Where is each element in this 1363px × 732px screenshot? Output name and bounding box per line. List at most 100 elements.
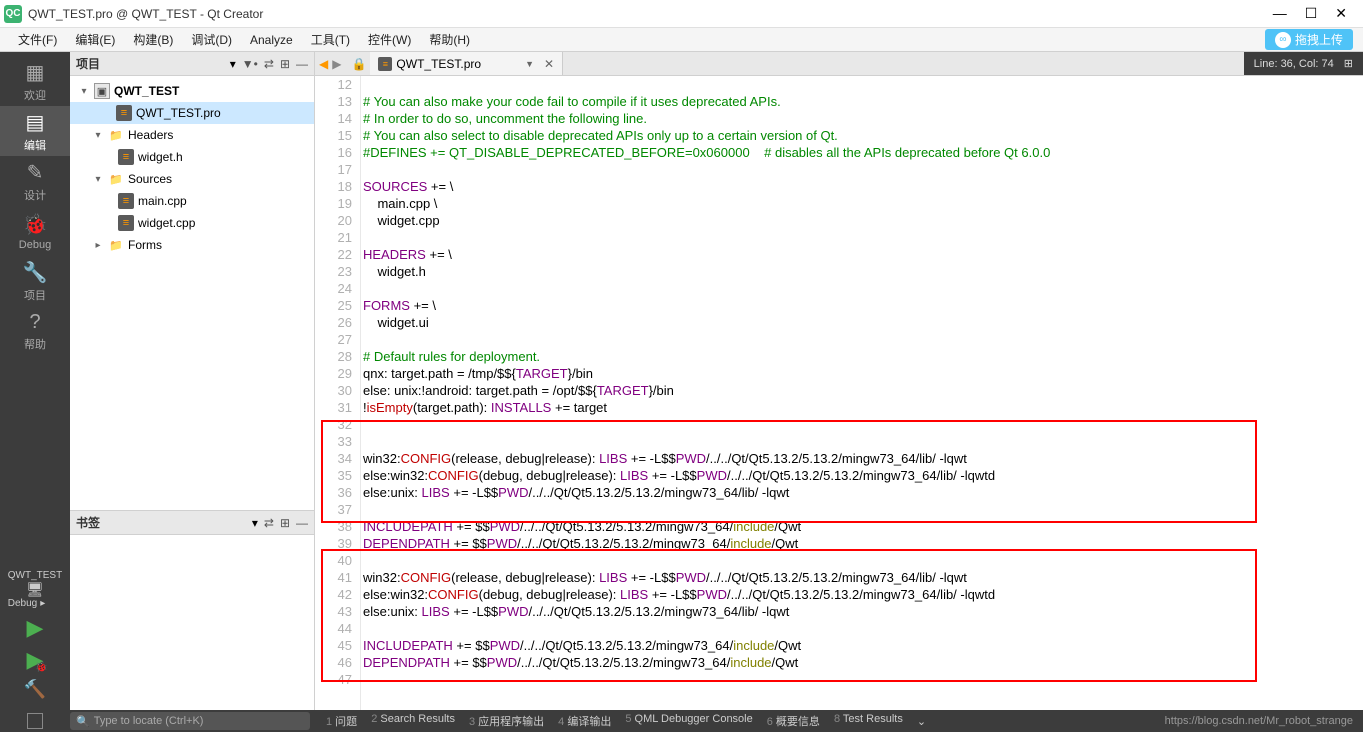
tree-headers[interactable]: ▾📁Headers	[70, 124, 314, 146]
link-icon[interactable]: ⇄	[264, 516, 274, 530]
pro-file-icon: ≡	[378, 57, 392, 71]
cloud-icon: ∞	[1275, 32, 1291, 48]
tree-sources[interactable]: ▾📁Sources	[70, 168, 314, 190]
panel-dropdown-icon[interactable]: ▾	[230, 57, 236, 71]
output-pane-item[interactable]: 2 Search Results	[365, 713, 461, 729]
tree-forms[interactable]: ▸📁Forms	[70, 234, 314, 256]
menu-tools[interactable]: 工具(T)	[303, 29, 358, 50]
cpp-folder-icon: 📁	[108, 171, 124, 187]
h-file-icon: ≡	[118, 149, 134, 165]
minimize-button[interactable]: —	[1273, 5, 1287, 22]
output-pane-item[interactable]: 4 编译输出	[552, 713, 617, 729]
search-icon: 🔍	[76, 715, 90, 728]
tree-widget-cpp[interactable]: ≡widget.cpp	[70, 212, 314, 234]
output-dropdown-icon[interactable]: ⌄	[917, 715, 926, 728]
locator-input[interactable]: 🔍 Type to locate (Ctrl+K)	[70, 712, 310, 730]
wrench-icon: 🔧	[23, 260, 48, 285]
tab-close-icon[interactable]: ✕	[544, 57, 554, 71]
locator-placeholder: Type to locate (Ctrl+K)	[94, 715, 204, 727]
project-panel-header: 项目 ▾ ▼• ⇄ ⊞ —	[70, 52, 314, 76]
watermark: https://blog.csdn.net/Mr_robot_strange	[1165, 715, 1363, 727]
split-icon[interactable]: ⊞	[280, 516, 290, 530]
design-icon: ✎	[27, 160, 44, 185]
left-sidebar: ▦欢迎 ▤编辑 ✎设计 🐞Debug 🔧项目 ?帮助 QWT_TEST 🖥 De…	[0, 52, 70, 710]
nav-welcome[interactable]: ▦欢迎	[0, 56, 70, 106]
line-gutter: 1213141516171819202122232425262728293031…	[315, 76, 360, 710]
monitor-icon: 🖥	[8, 581, 62, 598]
code-editor[interactable]: 1213141516171819202122232425262728293031…	[315, 76, 1363, 710]
output-panes: 1 问题2 Search Results3 应用程序输出4 编译输出5 QML …	[320, 713, 909, 729]
tree-widget-h[interactable]: ≡widget.h	[70, 146, 314, 168]
window-title: QWT_TEST.pro @ QWT_TEST - Qt Creator	[28, 7, 1273, 21]
tree-root[interactable]: ▾▣QWT_TEST	[70, 80, 314, 102]
menu-edit[interactable]: 编辑(E)	[67, 29, 123, 50]
lock-icon[interactable]: 🔒	[351, 57, 366, 71]
statusbar: 🔍 Type to locate (Ctrl+K) 1 问题2 Search R…	[0, 710, 1363, 732]
help-icon: ?	[29, 311, 40, 334]
output-pane-item[interactable]: 3 应用程序输出	[463, 713, 550, 729]
menu-widgets[interactable]: 控件(W)	[360, 29, 419, 50]
editor-area: ◀ ▶ 🔒 ≡ QWT_TEST.pro ▼ ✕ Line: 36, Col: …	[315, 52, 1363, 710]
nav-help[interactable]: ?帮助	[0, 306, 70, 356]
output-pane-item[interactable]: 6 概要信息	[761, 713, 826, 729]
cloud-upload-button[interactable]: ∞ 拖拽上传	[1265, 29, 1353, 50]
output-pane-item[interactable]: 5 QML Debugger Console	[619, 713, 758, 729]
editor-tab-bar: ◀ ▶ 🔒 ≡ QWT_TEST.pro ▼ ✕ Line: 36, Col: …	[315, 52, 1363, 76]
nav-debug[interactable]: 🐞Debug	[0, 206, 70, 256]
bug-overlay-icon: 🐞	[35, 662, 47, 673]
project-panel-title: 项目	[76, 55, 224, 72]
menu-help[interactable]: 帮助(H)	[421, 29, 478, 50]
panel-close-icon[interactable]: —	[296, 57, 308, 71]
menu-file[interactable]: 文件(F)	[10, 29, 65, 50]
debug-icon: 🐞	[23, 212, 48, 237]
nav-edit[interactable]: ▤编辑	[0, 106, 70, 156]
nav-design[interactable]: ✎设计	[0, 156, 70, 206]
menubar: 文件(F) 编辑(E) 构建(B) 调试(D) Analyze 工具(T) 控件…	[0, 28, 1363, 52]
filter-icon[interactable]: ▼•	[242, 57, 258, 71]
menu-analyze[interactable]: Analyze	[242, 31, 301, 49]
kit-selector[interactable]: QWT_TEST 🖥 Debug▸	[8, 570, 62, 609]
output-pane-item[interactable]: 1 问题	[320, 713, 363, 729]
menu-build[interactable]: 构建(B)	[125, 29, 181, 50]
tree-main-cpp[interactable]: ≡main.cpp	[70, 190, 314, 212]
file-tab[interactable]: ≡ QWT_TEST.pro ▼ ✕	[370, 52, 563, 75]
edit-icon: ▤	[26, 110, 45, 135]
forms-folder-icon: 📁	[108, 237, 124, 253]
project-tree[interactable]: ▾▣QWT_TEST ≡QWT_TEST.pro ▾📁Headers ≡widg…	[70, 76, 314, 510]
menu-debug[interactable]: 调试(D)	[183, 29, 240, 50]
tree-pro-file[interactable]: ≡QWT_TEST.pro	[70, 102, 314, 124]
run-button[interactable]: ▶	[27, 615, 44, 641]
h-folder-icon: 📁	[108, 127, 124, 143]
link-icon[interactable]: ⇄	[264, 57, 274, 71]
close-button[interactable]: ✕	[1335, 5, 1347, 22]
tab-dropdown-icon[interactable]: ▼	[525, 59, 534, 69]
split-icon[interactable]: ⊞	[280, 57, 290, 71]
run-debug-button[interactable]: ▶🐞	[27, 647, 44, 673]
project-panel: 项目 ▾ ▼• ⇄ ⊞ — ▾▣QWT_TEST ≡QWT_TEST.pro ▾…	[70, 52, 315, 710]
pro-file-icon: ≡	[116, 105, 132, 121]
maximize-button[interactable]: ☐	[1305, 5, 1318, 22]
titlebar: QC QWT_TEST.pro @ QWT_TEST - Qt Creator …	[0, 0, 1363, 28]
cursor-position: Line: 36, Col: 74 ⊞	[1244, 52, 1363, 75]
output-pane-item[interactable]: 8 Test Results	[828, 713, 909, 729]
cloud-upload-label: 拖拽上传	[1295, 31, 1343, 48]
tab-filename: QWT_TEST.pro	[396, 57, 481, 71]
project-icon: ▣	[94, 83, 110, 99]
window-controls: — ☐ ✕	[1273, 5, 1359, 22]
panel-dropdown-icon[interactable]: ▾	[252, 516, 258, 530]
qt-creator-icon: QC	[4, 5, 22, 23]
split-editor-icon[interactable]: ⊞	[1344, 57, 1353, 70]
panel-close-icon[interactable]: —	[296, 516, 308, 530]
code-content[interactable]: # You can also make your code fail to co…	[360, 76, 1363, 710]
chevron-right-icon: ▸	[40, 598, 45, 609]
nav-back-button[interactable]: ◀	[319, 57, 328, 71]
nav-projects[interactable]: 🔧项目	[0, 256, 70, 306]
cpp-file-icon: ≡	[118, 215, 134, 231]
cpp-file-icon: ≡	[118, 193, 134, 209]
output-toggle-icon[interactable]	[27, 713, 43, 729]
bookmarks-panel: 书签 ▾ ⇄ ⊞ —	[70, 510, 314, 710]
bookmarks-header: 书签 ▾ ⇄ ⊞ —	[70, 511, 314, 535]
nav-forward-button[interactable]: ▶	[332, 57, 341, 71]
bookmarks-title: 书签	[76, 514, 246, 531]
build-button[interactable]: 🔨	[24, 679, 46, 700]
